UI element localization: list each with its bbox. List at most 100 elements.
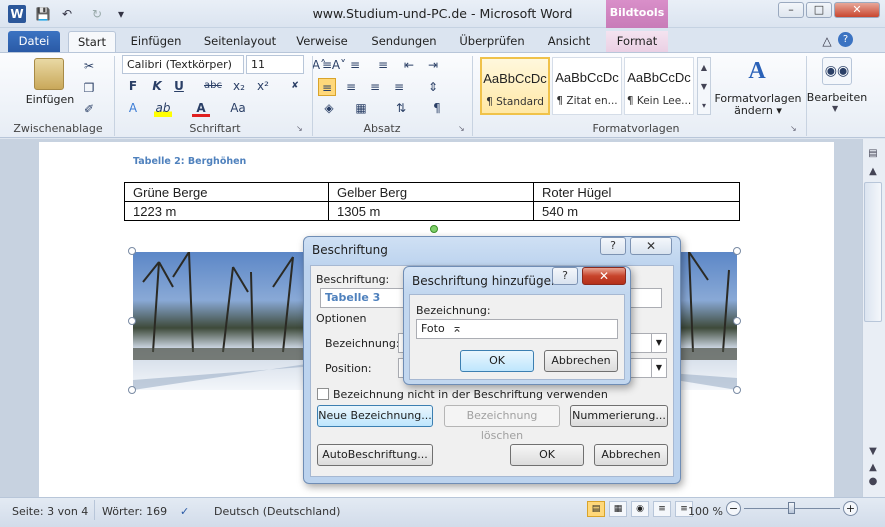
tab-ueberpruefen[interactable]: Überprüfen — [452, 31, 532, 52]
increase-indent-icon[interactable]: ⇥ — [424, 56, 442, 74]
tab-datei[interactable]: Datei — [8, 31, 60, 52]
close-button[interactable]: ✕ — [834, 2, 880, 18]
numbering-button[interactable]: Nummerierung... — [570, 405, 668, 427]
minimize-ribbon-icon[interactable]: △ — [818, 32, 836, 50]
tab-seitenlayout[interactable]: Seitenlayout — [198, 31, 282, 52]
caption-dialog-help-button[interactable]: ? — [600, 237, 626, 255]
rotate-handle[interactable] — [430, 225, 438, 233]
new-label-button[interactable]: Neue Bezeichnung... — [317, 405, 433, 427]
tab-ansicht[interactable]: Ansicht — [540, 31, 598, 52]
zoom-slider-thumb[interactable] — [788, 502, 795, 514]
caption-cancel-button[interactable]: Abbrechen — [594, 444, 668, 466]
style-zitat[interactable]: AaBbCcDc ¶ Zitat en... — [552, 57, 622, 115]
page-count[interactable]: Seite: 3 von 4 — [12, 505, 88, 518]
align-right-icon[interactable]: ≡ — [366, 78, 384, 96]
show-formatting-icon[interactable]: ¶ — [428, 99, 446, 117]
bullets-icon[interactable]: ≡ — [318, 56, 336, 74]
paste-icon[interactable] — [34, 58, 64, 90]
document-table[interactable]: Grüne Berge Gelber Berg Roter Hügel 1223… — [124, 182, 740, 221]
sort-icon[interactable]: ⇅ — [392, 99, 410, 117]
position-select-arrow-icon[interactable]: ▼ — [651, 358, 667, 378]
zoom-in-button[interactable]: + — [843, 501, 858, 516]
table-cell[interactable]: 540 m — [533, 201, 740, 221]
view-full-screen-icon[interactable]: ▦ — [609, 501, 627, 517]
add-label-help-button[interactable]: ? — [552, 267, 578, 285]
subscript-icon[interactable]: x₂ — [230, 77, 248, 95]
font-size-combo[interactable]: 11 — [246, 55, 304, 74]
table-caption[interactable]: Tabelle 2: Berghöhen — [133, 156, 246, 167]
line-spacing-icon[interactable]: ⇕ — [424, 78, 442, 96]
help-icon[interactable]: ? — [838, 32, 853, 47]
tab-sendungen[interactable]: Sendungen — [364, 31, 444, 52]
italic-icon[interactable]: K — [148, 77, 166, 95]
font-color-icon[interactable]: A — [192, 99, 210, 117]
maximize-button[interactable]: □ — [806, 2, 832, 18]
language-indicator[interactable]: Deutsch (Deutschland) — [214, 505, 340, 518]
autocaption-button[interactable]: AutoBeschriftung... — [317, 444, 433, 466]
ruler-toggle-icon[interactable]: ▤ — [864, 146, 882, 162]
add-label-cancel-button[interactable]: Abbrechen — [544, 350, 618, 372]
strikethrough-icon[interactable]: abc — [204, 77, 222, 95]
text-effects-icon[interactable]: A — [124, 99, 142, 117]
view-outline-icon[interactable]: ≡ — [653, 501, 671, 517]
style-standard[interactable]: AaBbCcDc ¶ Standard — [480, 57, 550, 115]
edit-button-label[interactable]: Bearbeiten — [806, 91, 868, 104]
zoom-level[interactable]: 100 % — [688, 505, 723, 518]
borders-icon[interactable]: ▦ — [352, 99, 370, 117]
caption-dialog-close-button[interactable]: ✕ — [630, 237, 672, 255]
underline-icon[interactable]: U — [170, 77, 188, 95]
scrollbar-thumb[interactable] — [864, 182, 882, 322]
numbering-icon[interactable]: ≡ — [346, 56, 364, 74]
delete-label-button[interactable]: Bezeichnung löschen — [444, 405, 560, 442]
scroll-up-icon[interactable]: ▲ — [864, 164, 882, 180]
table-cell[interactable]: Gelber Berg — [328, 182, 534, 202]
align-center-icon[interactable]: ≡ — [342, 78, 360, 96]
align-left-icon[interactable]: ≡ — [318, 78, 336, 96]
tab-format[interactable]: Format — [606, 31, 668, 52]
browse-object-icon[interactable]: ● — [864, 474, 882, 490]
resize-handle[interactable] — [733, 317, 741, 325]
paragraph-dialog-launcher-icon[interactable]: ↘ — [458, 124, 465, 133]
font-dialog-launcher-icon[interactable]: ↘ — [296, 124, 303, 133]
table-cell[interactable]: Roter Hügel — [533, 182, 740, 202]
view-print-layout-icon[interactable]: ▤ — [587, 501, 605, 517]
shading-icon[interactable]: ◈ — [320, 99, 338, 117]
styles-gallery-scroll[interactable]: ▲ ▼ ▾ — [697, 57, 711, 115]
bold-icon[interactable]: F — [124, 77, 142, 95]
edit-dropdown-icon[interactable]: ▼ — [832, 104, 838, 113]
add-label-name-input[interactable]: Foto — [416, 319, 618, 339]
add-label-ok-button[interactable]: OK — [460, 350, 534, 372]
binoculars-icon[interactable]: ◉◉ — [822, 57, 852, 85]
cut-icon[interactable]: ✂ — [80, 57, 98, 75]
word-count[interactable]: Wörter: 169 — [102, 505, 167, 518]
justify-icon[interactable]: ≡ — [390, 78, 408, 96]
format-painter-icon[interactable]: ✐ — [80, 100, 98, 118]
table-cell[interactable]: Grüne Berge — [124, 182, 329, 202]
tab-start[interactable]: Start — [68, 31, 116, 52]
paste-button-label[interactable]: Einfügen — [22, 93, 78, 106]
resize-handle[interactable] — [128, 317, 136, 325]
tab-verweise[interactable]: Verweise — [290, 31, 354, 52]
table-cell[interactable]: 1305 m — [328, 201, 534, 221]
font-name-combo[interactable]: Calibri (Textkörper) — [122, 55, 244, 74]
tab-einfuegen[interactable]: Einfügen — [124, 31, 188, 52]
superscript-icon[interactable]: x² — [254, 77, 272, 95]
change-styles-icon[interactable]: A — [742, 58, 772, 88]
resize-handle[interactable] — [733, 386, 741, 394]
multilevel-list-icon[interactable]: ≡ — [374, 56, 392, 74]
proofing-icon[interactable]: ✓ — [180, 505, 189, 518]
minimize-button[interactable]: – — [778, 2, 804, 18]
styles-dialog-launcher-icon[interactable]: ↘ — [790, 124, 797, 133]
resize-handle[interactable] — [128, 386, 136, 394]
style-kein-leerraum[interactable]: AaBbCcDc ¶ Kein Lee... — [624, 57, 694, 115]
resize-handle[interactable] — [733, 247, 741, 255]
change-case-icon[interactable]: Aa — [226, 99, 250, 117]
scroll-down-icon[interactable]: ▼ — [864, 444, 882, 460]
caption-ok-button[interactable]: OK — [510, 444, 584, 466]
table-cell[interactable]: 1223 m — [124, 201, 329, 221]
decrease-indent-icon[interactable]: ⇤ — [400, 56, 418, 74]
zoom-out-button[interactable]: − — [726, 501, 741, 516]
clear-formatting-icon[interactable]: ✘ — [286, 77, 304, 95]
add-label-close-button[interactable]: ✕ — [582, 267, 626, 285]
name-select-arrow-icon[interactable]: ▼ — [651, 333, 667, 353]
